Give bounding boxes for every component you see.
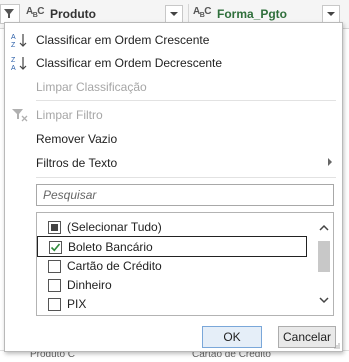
list-item-label: Cartão de Crédito: [67, 259, 162, 273]
table-menu-button[interactable]: [0, 4, 20, 24]
column-name: Forma_Pgto: [217, 7, 288, 21]
column-header-produto[interactable]: ABC Produto: [22, 4, 185, 24]
checkbox-unchecked[interactable]: [48, 279, 61, 292]
menu-item-label: Limpar Filtro: [36, 108, 103, 122]
list-item-dinheiro[interactable]: Dinheiro: [37, 275, 307, 294]
checkbox-unchecked[interactable]: [48, 298, 61, 311]
cancel-button[interactable]: Cancelar: [278, 326, 336, 348]
sort-ascending-icon: A Z: [11, 34, 27, 48]
chevron-down-icon[interactable]: [317, 293, 331, 307]
chevron-up-icon[interactable]: [317, 221, 331, 235]
svg-text:Z: Z: [11, 57, 16, 64]
sort-ascending-item[interactable]: A Z Classificar em Ordem Crescente: [5, 29, 342, 51]
list-item-label: Dinheiro: [67, 278, 112, 292]
checkbox-checked[interactable]: [49, 241, 62, 254]
list-scrollbar[interactable]: [315, 213, 333, 315]
list-item-label: (Selecionar Tudo): [67, 220, 162, 234]
text-filters-item[interactable]: Filtros de Texto: [5, 152, 342, 174]
list-item-label: Boleto Bancário: [68, 240, 153, 254]
remove-empty-item[interactable]: Remover Vazio: [5, 128, 342, 150]
search-input[interactable]: [41, 185, 325, 205]
ok-button[interactable]: OK: [202, 326, 262, 348]
svg-text:Z: Z: [11, 42, 16, 48]
clear-filter-item[interactable]: Limpar Filtro: [5, 104, 342, 126]
list-item-pix[interactable]: PIX: [37, 294, 307, 313]
filter-icon: [4, 9, 14, 18]
column-header-forma-pgto[interactable]: ABC Forma_Pgto: [188, 4, 346, 24]
menu-separator: [36, 100, 336, 101]
menu-item-label: Classificar em Ordem Crescente: [36, 33, 210, 47]
menu-separator: [36, 177, 336, 178]
resize-grip-icon[interactable]: [334, 343, 340, 349]
clear-sort-item[interactable]: Limpar Classificação: [5, 76, 342, 98]
list-item-select-all[interactable]: (Selecionar Tudo): [37, 217, 307, 236]
list-item-boleto-bancario[interactable]: Boleto Bancário: [37, 236, 307, 257]
sort-descending-icon: Z A: [11, 57, 27, 71]
sort-descending-item[interactable]: Z A Classificar em Ordem Decrescente: [5, 52, 342, 74]
text-type-icon: ABC: [26, 6, 45, 19]
filter-value-list: (Selecionar Tudo) Boleto Bancário Cartão…: [36, 212, 334, 316]
list-item-cartao-de-credito[interactable]: Cartão de Crédito: [37, 256, 307, 275]
menu-item-label: Limpar Classificação: [36, 80, 147, 94]
search-field[interactable]: [36, 184, 334, 206]
svg-text:A: A: [11, 34, 16, 41]
svg-text:A: A: [11, 65, 16, 71]
menu-item-label: Remover Vazio: [36, 132, 118, 146]
scrollbar-thumb[interactable]: [318, 241, 330, 272]
column-filter-dropdown-button[interactable]: [322, 5, 340, 23]
text-type-icon: ABC: [193, 6, 212, 19]
chevron-right-icon: [328, 158, 332, 166]
menu-item-label: Filtros de Texto: [36, 156, 118, 170]
column-name: Produto: [50, 7, 96, 21]
check-icon: [50, 243, 61, 252]
checkbox-partial[interactable]: [48, 221, 61, 234]
list-item-label: PIX: [67, 297, 87, 311]
clear-filter-icon: [12, 109, 28, 122]
checkbox-unchecked[interactable]: [48, 260, 61, 273]
column-filter-dropdown-button[interactable]: [165, 5, 183, 23]
menu-item-label: Classificar em Ordem Decrescente: [36, 56, 223, 70]
filter-popup-menu: A Z Classificar em Ordem Crescente Z A C…: [4, 22, 343, 352]
